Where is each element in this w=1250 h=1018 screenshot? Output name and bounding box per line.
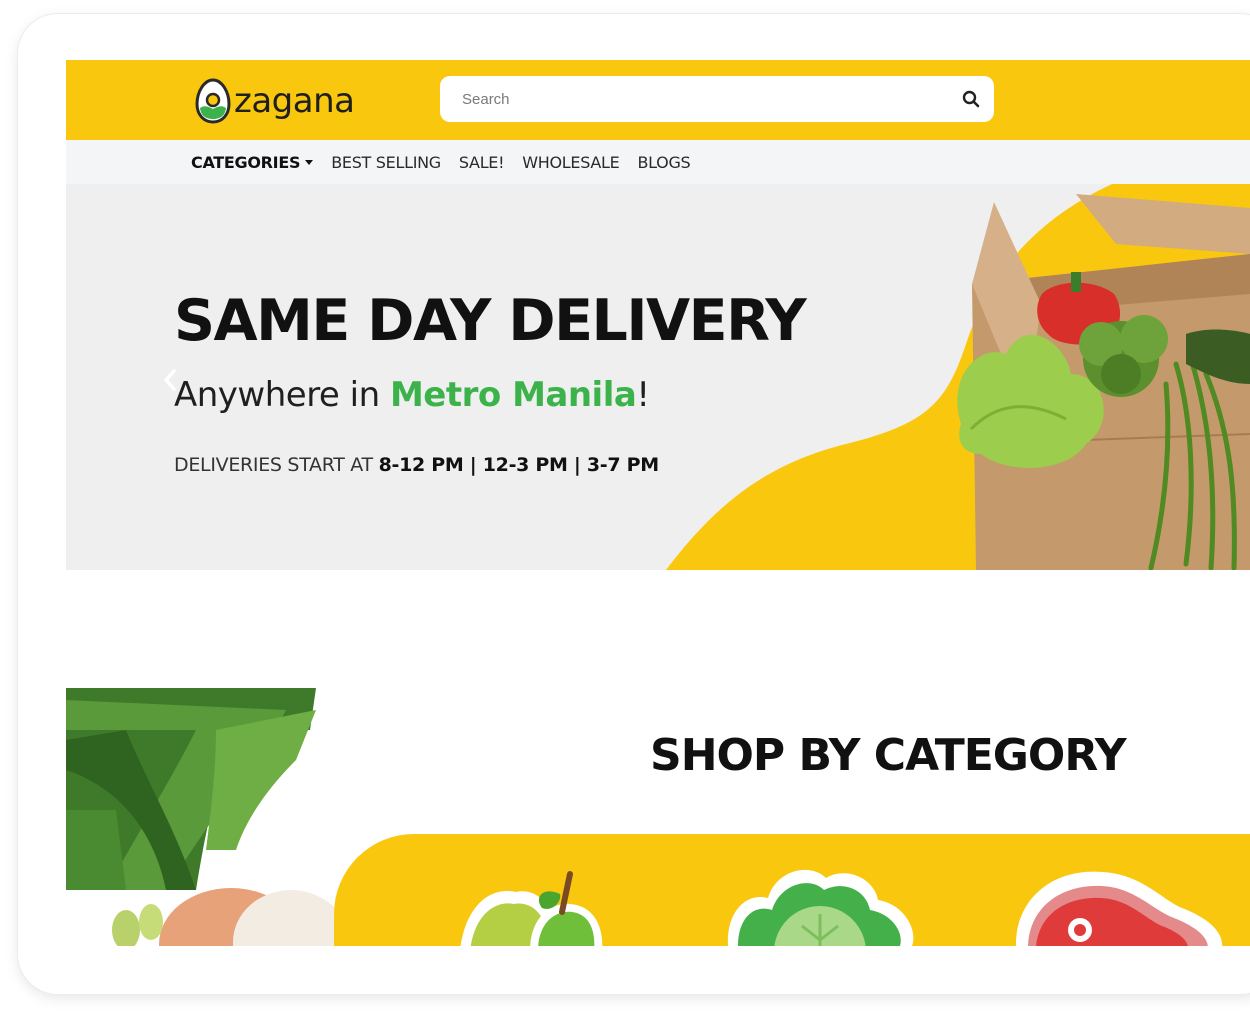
hero-subtitle-suffix: !	[636, 375, 650, 415]
delivery-times-hours: 8-12 PM | 12-3 PM | 3-7 PM	[378, 454, 660, 476]
search-bar	[440, 76, 994, 122]
search-icon	[962, 90, 980, 108]
leek-egg-illustration	[66, 688, 349, 946]
vegetable-icon[interactable]	[722, 854, 922, 946]
main-nav: CATEGORIES BEST SELLING SALE! WHOLESALE …	[66, 140, 1250, 184]
fruit-icon[interactable]	[450, 856, 610, 946]
site-header: zagana	[66, 60, 1250, 140]
hero-subtitle-prefix: Anywhere in	[174, 375, 390, 415]
logo-text: zagana	[234, 81, 355, 121]
hero-banner[interactable]: SAME DAY DELIVERY Anywhere in Metro Mani…	[66, 184, 1250, 570]
hero-title: SAME DAY DELIVERY	[174, 288, 807, 354]
nav-categories-dropdown[interactable]: CATEGORIES	[191, 152, 314, 172]
browser-viewport: zagana CATEGORIES BEST SELLING SALE! WHO…	[66, 60, 1250, 946]
section-title: SHOP BY CATEGORY	[650, 730, 1127, 781]
search-input[interactable]	[440, 76, 948, 122]
hero-subtitle-highlight: Metro Manila	[389, 375, 637, 415]
hero-subtitle: Anywhere in Metro Manila!	[174, 375, 650, 415]
nav-wholesale[interactable]: WHOLESALE	[522, 153, 620, 172]
nav-categories-label: CATEGORIES	[191, 152, 301, 172]
nav-blogs[interactable]: BLOGS	[637, 153, 690, 172]
site-logo[interactable]: zagana	[194, 78, 355, 124]
shop-by-category-section: SHOP BY CATEGORY	[66, 570, 1250, 946]
nav-sale[interactable]: SALE!	[459, 153, 505, 172]
nav-best-selling[interactable]: BEST SELLING	[331, 153, 441, 172]
delivery-times: DELIVERIES START AT 8-12 PM | 12-3 PM | …	[174, 454, 659, 476]
search-button[interactable]	[948, 76, 994, 122]
delivery-times-prefix: DELIVERIES START AT	[174, 454, 379, 476]
zagana-egg-icon	[195, 78, 231, 124]
meat-icon[interactable]	[1012, 856, 1232, 946]
caret-down-icon	[305, 159, 314, 165]
